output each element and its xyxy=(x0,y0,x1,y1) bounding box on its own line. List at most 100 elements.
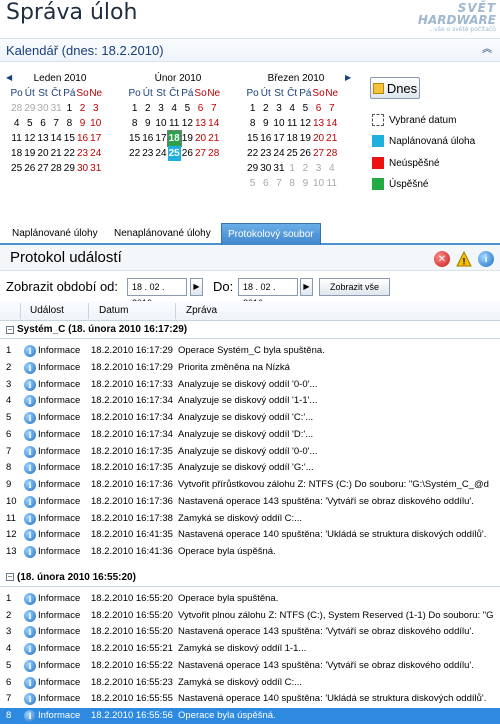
log-row[interactable]: 9 i Informace 18.2.2010 16:17:36 Vytvořit př… xyxy=(0,477,500,493)
info-filter-icon[interactable]: i xyxy=(478,251,494,267)
calendar-day[interactable]: 8 xyxy=(246,116,259,131)
calendar-day[interactable]: 24 xyxy=(272,146,285,161)
calendar-day[interactable]: 26 xyxy=(299,146,312,161)
calendar-day[interactable]: 22 xyxy=(246,146,259,161)
calendar-day[interactable]: 21 xyxy=(207,131,220,146)
tab-scheduled-tasks[interactable]: Naplánované úlohy xyxy=(6,223,104,245)
calendar-day[interactable]: 11 xyxy=(286,116,299,131)
calendar-day[interactable]: 4 xyxy=(325,161,338,176)
calendar-day[interactable]: 20 xyxy=(312,131,325,146)
calendar-day[interactable]: 30 xyxy=(36,101,49,116)
calendar-day[interactable]: 15 xyxy=(63,131,76,146)
calendar-day[interactable]: 21 xyxy=(325,131,338,146)
calendar-day[interactable]: 5 xyxy=(181,101,194,116)
calendar-day[interactable]: 17 xyxy=(154,131,167,146)
calendar-day[interactable]: 7 xyxy=(272,176,285,191)
log-row[interactable]: 13 i Informace 18.2.2010 16:41:36 Operace by… xyxy=(0,544,500,560)
warning-filter-icon[interactable]: ! xyxy=(456,251,472,267)
calendar-day[interactable]: 19 xyxy=(299,131,312,146)
calendar-day[interactable]: 25 xyxy=(10,161,23,176)
calendar-day[interactable]: 24 xyxy=(89,146,102,161)
collapse-toggle-icon[interactable]: − xyxy=(6,573,14,582)
calendar-day[interactable]: 4 xyxy=(168,101,181,116)
calendar-day[interactable]: 13 xyxy=(194,116,207,131)
calendar-day[interactable]: 11 xyxy=(325,176,338,191)
calendar-day[interactable]: 19 xyxy=(181,131,194,146)
log-group-header[interactable]: − (18. února 2010 16:55:20) xyxy=(0,569,500,587)
calendar-day[interactable]: 16 xyxy=(76,131,89,146)
log-row[interactable]: 10 i Informace 18.2.2010 16:17:36 Nastavená … xyxy=(0,494,500,510)
calendar-day[interactable]: 6 xyxy=(312,101,325,116)
calendar-day[interactable]: 10 xyxy=(154,116,167,131)
calendar-day[interactable]: 19 xyxy=(23,146,36,161)
calendar-day[interactable]: 6 xyxy=(36,116,49,131)
calendar-day[interactable]: 13 xyxy=(312,116,325,131)
calendar-day[interactable]: 9 xyxy=(259,116,272,131)
calendar-day[interactable]: 16 xyxy=(141,131,154,146)
calendar-day[interactable]: 4 xyxy=(286,101,299,116)
calendar-day[interactable]: 26 xyxy=(181,146,194,161)
calendar-day[interactable]: 8 xyxy=(128,116,141,131)
calendar-day[interactable]: 31 xyxy=(50,101,63,116)
calendar-day[interactable]: 4 xyxy=(10,116,23,131)
calendar-day[interactable]: 28 xyxy=(207,146,220,161)
calendar-day[interactable]: 10 xyxy=(312,176,325,191)
column-date[interactable]: Datum xyxy=(99,305,128,316)
tab-log-file[interactable]: Protokolový soubor xyxy=(221,223,321,245)
from-date-field[interactable]: 18 . 02 . 2010 xyxy=(127,278,187,308)
calendar-day[interactable]: 5 xyxy=(246,176,259,191)
log-row[interactable]: 2 i Informace 18.2.2010 16:17:29 Priorita zm… xyxy=(0,360,500,376)
calendar-day[interactable]: 13 xyxy=(36,131,49,146)
tab-unscheduled-tasks[interactable]: Nenaplánované úlohy xyxy=(108,223,217,245)
calendar-day[interactable]: 30 xyxy=(76,161,89,176)
calendar-day[interactable]: 5 xyxy=(299,101,312,116)
calendar-day[interactable]: 1 xyxy=(246,101,259,116)
calendar-day[interactable]: 12 xyxy=(299,116,312,131)
collapse-icon[interactable]: ︽ xyxy=(480,43,494,57)
calendar-day[interactable]: 25 xyxy=(286,146,299,161)
log-row[interactable]: 1 i Informace 18.2.2010 16:17:29 Operace Sys… xyxy=(0,343,500,359)
to-date-dropdown-icon[interactable]: ▶ xyxy=(300,278,313,296)
calendar-day[interactable]: 3 xyxy=(89,101,102,116)
calendar-day[interactable]: 2 xyxy=(299,161,312,176)
log-row[interactable]: 4 i Informace 18.2.2010 16:17:34 Analyzuje s… xyxy=(0,393,500,409)
calendar-day[interactable]: 31 xyxy=(272,161,285,176)
calendar-day[interactable]: 21 xyxy=(50,146,63,161)
log-row[interactable]: 8 i Informace 18.2.2010 16:17:35 Analyzuje s… xyxy=(0,460,500,476)
calendar-day[interactable]: 25 xyxy=(167,146,181,161)
calendar-day[interactable]: 26 xyxy=(23,161,36,176)
log-row[interactable]: 12 i Informace 18.2.2010 16:41:35 Nastavená … xyxy=(0,527,500,543)
calendar-day[interactable]: 23 xyxy=(141,146,154,161)
calendar-day[interactable]: 1 xyxy=(286,161,299,176)
column-event[interactable]: Událost xyxy=(30,305,64,316)
calendar-day[interactable]: 9 xyxy=(141,116,154,131)
calendar-day[interactable]: 10 xyxy=(272,116,285,131)
calendar-day[interactable]: 14 xyxy=(325,116,338,131)
calendar-day[interactable]: 18 xyxy=(10,146,23,161)
calendar-day[interactable]: 12 xyxy=(181,116,194,131)
calendar-day[interactable]: 7 xyxy=(325,101,338,116)
log-row[interactable]: 7 i Informace 18.2.2010 16:55:55 Nastavená o… xyxy=(0,691,500,707)
calendar-day[interactable]: 27 xyxy=(36,161,49,176)
calendar-day[interactable]: 1 xyxy=(63,101,76,116)
calendar-day[interactable]: 22 xyxy=(128,146,141,161)
from-date-dropdown-icon[interactable]: ▶ xyxy=(190,278,203,296)
calendar-day[interactable]: 29 xyxy=(246,161,259,176)
calendar-day[interactable]: 24 xyxy=(154,146,167,161)
calendar-day[interactable]: 18 xyxy=(286,131,299,146)
calendar-day[interactable]: 3 xyxy=(312,161,325,176)
log-row[interactable]: 8 i Informace 18.2.2010 16:55:56 Operace byl… xyxy=(0,708,500,724)
log-row[interactable]: 5 i Informace 18.2.2010 16:17:34 Analyzuje s… xyxy=(0,410,500,426)
calendar-day[interactable]: 22 xyxy=(63,146,76,161)
log-row[interactable]: 2 i Informace 18.2.2010 16:55:20 Vytvořit pl… xyxy=(0,608,500,624)
calendar-day[interactable]: 9 xyxy=(76,116,89,131)
log-row[interactable]: 3 i Informace 18.2.2010 16:17:33 Analyzuje s… xyxy=(0,377,500,393)
calendar-day[interactable]: 7 xyxy=(50,116,63,131)
collapse-toggle-icon[interactable]: − xyxy=(6,325,14,334)
log-row[interactable]: 5 i Informace 18.2.2010 16:55:22 Nastavená o… xyxy=(0,658,500,674)
calendar-day[interactable]: 27 xyxy=(312,146,325,161)
calendar-day[interactable]: 6 xyxy=(259,176,272,191)
calendar-day[interactable]: 3 xyxy=(154,101,167,116)
calendar-day[interactable]: 10 xyxy=(89,116,102,131)
calendar-day[interactable]: 17 xyxy=(272,131,285,146)
